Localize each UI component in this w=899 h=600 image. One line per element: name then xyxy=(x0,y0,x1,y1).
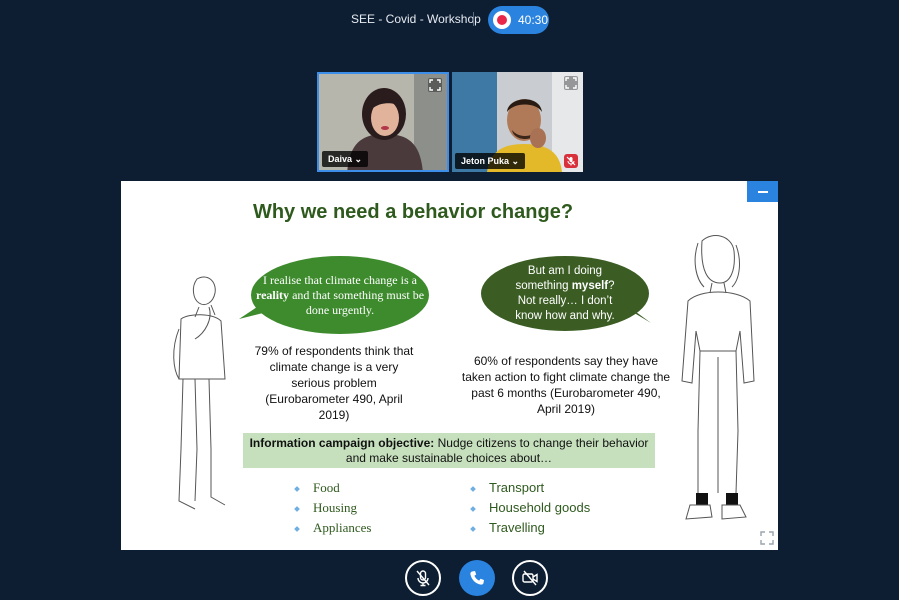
participant-name: Jeton Puka xyxy=(461,156,510,166)
video-tile-jeton-puka[interactable]: Jeton Puka ⌄ xyxy=(452,72,583,172)
list-item: Food xyxy=(295,478,371,498)
phone-icon xyxy=(470,571,484,585)
mic-off-icon xyxy=(416,570,430,587)
choice-list-left: Food Housing Appliances xyxy=(295,478,371,538)
recording-time: 40:30 xyxy=(518,13,549,27)
meeting-title: SEE - Covid - Workshop xyxy=(351,12,481,26)
participant-name-tag[interactable]: Daiva ⌄ xyxy=(322,151,369,167)
person-thinking-illustration xyxy=(173,276,226,510)
expand-icon[interactable] xyxy=(564,76,578,90)
list-item: Household goods xyxy=(471,498,590,518)
person-standing-illustration xyxy=(681,235,755,520)
video-tile-daiva[interactable]: Daiva ⌄ xyxy=(317,72,449,172)
recording-timer-button[interactable]: 40:30 xyxy=(488,6,549,34)
expand-icon[interactable] xyxy=(428,78,442,92)
shared-slide: Why we need a behavior change? I realise… xyxy=(121,181,778,550)
slide-title: Why we need a behavior change? xyxy=(252,201,574,223)
bubble-text: But am I doing something myself? Not rea… xyxy=(510,264,620,324)
stat-taken-action: 60% of respondents say they have taken a… xyxy=(461,354,671,416)
minimize-icon[interactable] xyxy=(747,181,778,202)
mic-off-icon xyxy=(564,154,578,168)
list-item: Housing xyxy=(295,498,371,518)
participant-name-tag[interactable]: Jeton Puka ⌄ xyxy=(455,153,526,169)
list-item: Appliances xyxy=(295,518,371,538)
campaign-objective-box: Information campaign objective: Nudge ci… xyxy=(243,433,655,468)
bubble-text: I realise that climate change is a reali… xyxy=(251,273,429,318)
fullscreen-icon[interactable] xyxy=(760,531,774,545)
list-item: Travelling xyxy=(471,518,590,538)
list-item: Transport xyxy=(471,478,590,498)
bubble-tail xyxy=(239,299,269,319)
bubble-text-part: and that something must be done urgently… xyxy=(289,287,425,317)
choice-list-right: Transport Household goods Travelling xyxy=(471,478,590,538)
disable-camera-button[interactable] xyxy=(512,560,548,596)
stat-climate-problem: 79% of respondents think that climate ch… xyxy=(254,344,414,422)
leave-call-button[interactable] xyxy=(459,560,495,596)
bubble-text-bold: myself xyxy=(571,279,609,292)
participant-name: Daiva xyxy=(328,154,353,164)
bubble-tail xyxy=(621,301,651,323)
bubble-text-part: I realise that climate change is a xyxy=(263,272,417,287)
objective-label: Information campaign objective: xyxy=(249,436,435,450)
title-divider xyxy=(473,12,474,26)
record-icon xyxy=(493,11,511,29)
speech-bubble-reality: I realise that climate change is a reali… xyxy=(251,256,429,334)
mute-microphone-button[interactable] xyxy=(405,560,441,596)
camera-off-icon xyxy=(522,570,538,586)
